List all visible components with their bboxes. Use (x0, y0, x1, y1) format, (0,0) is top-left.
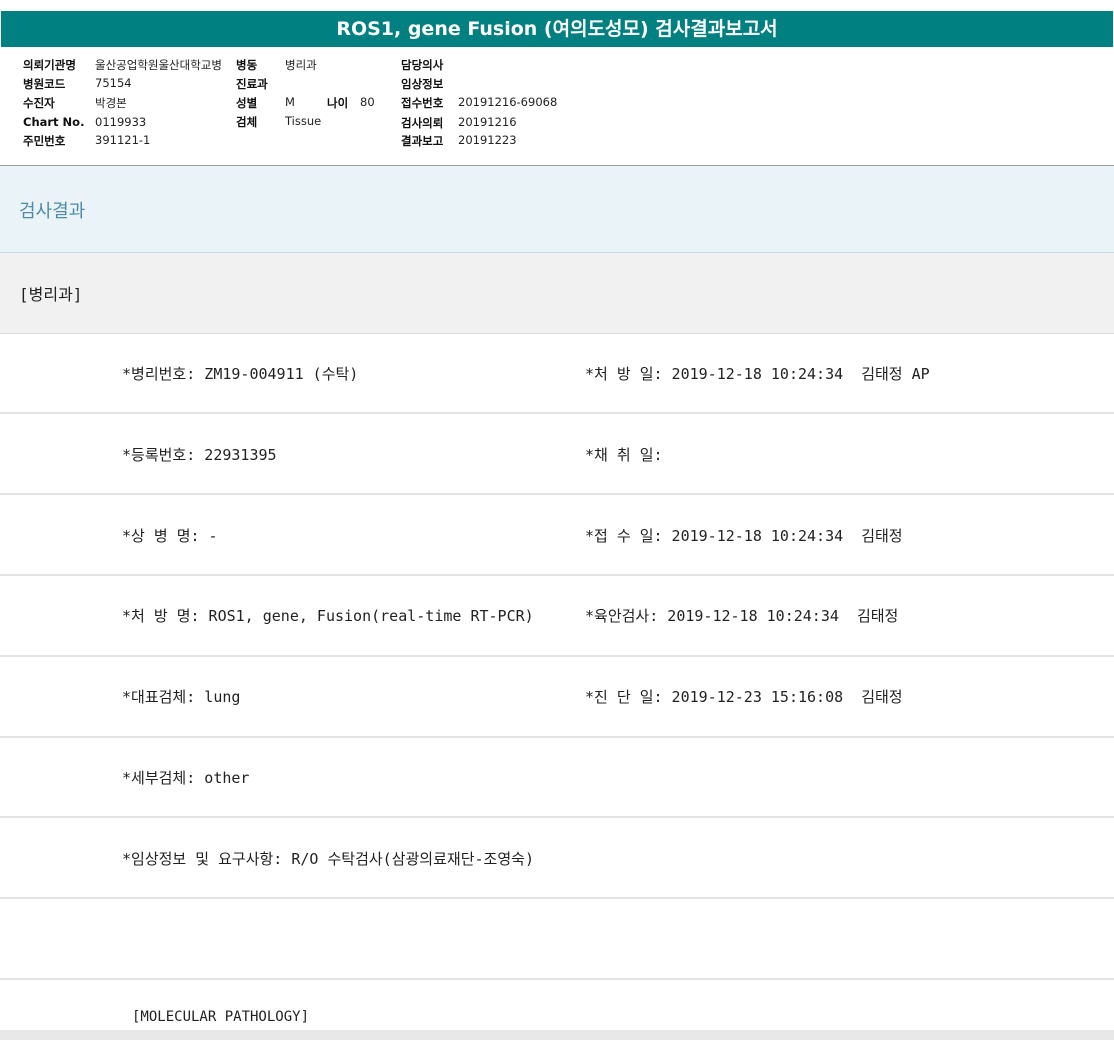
diagnosis-name: *상 병 명: - (122, 527, 218, 545)
report-value: 20191223 (458, 133, 517, 147)
dept-title: [병리과] (19, 285, 83, 304)
age-value: 80 (360, 95, 375, 109)
order-name: *처 방 명: ROS1, gene, Fusion(real-time RT-… (122, 607, 534, 625)
age-label: 나이 (327, 96, 349, 110)
bottom-strip (0, 1030, 1114, 1040)
report-label: 결과보고 (401, 134, 444, 148)
gross-exam-date: *육안검사: 2019-12-18 10:24:34 김태정 (585, 607, 899, 625)
doctor-label: 담당의사 (401, 58, 444, 72)
report-title: ROS1, gene Fusion (여의도성모) 검사결과보고서 (1, 11, 1113, 47)
row-divider (0, 736, 1114, 738)
id-label: 주민번호 (23, 134, 66, 148)
row-divider (0, 897, 1114, 899)
receipt-no-value: 20191216-69068 (458, 95, 558, 109)
row-divider (0, 493, 1114, 495)
hospital-code-value: 75154 (95, 76, 132, 90)
hospital-code-label: 병원코드 (23, 77, 66, 91)
detail-specimen: *세부검체: other (122, 769, 250, 787)
patient-label: 수진자 (23, 96, 55, 110)
representative-specimen: *대표검체: lung (122, 688, 241, 706)
sex-label: 성별 (236, 96, 258, 110)
request-value: 20191216 (458, 115, 517, 129)
row-divider (0, 655, 1114, 657)
institution-value: 울산공업학원울산대학교병 (95, 58, 222, 72)
dept-section-band (0, 253, 1114, 334)
ward-label: 병동 (236, 58, 258, 72)
id-value: 391121-1 (95, 133, 151, 147)
receipt-date: *접 수 일: 2019-12-18 10:24:34 김태정 (585, 527, 903, 545)
pathology-number: *병리번호: ZM19-004911 (수탁) (122, 365, 359, 383)
collection-date: *채 취 일: (585, 446, 663, 464)
chart-no-label: Chart No. (23, 115, 85, 129)
row-divider (0, 412, 1114, 414)
specimen-label: 검체 (236, 115, 258, 129)
row-divider (0, 816, 1114, 818)
result-section-band (0, 166, 1114, 253)
registration-number: *등록번호: 22931395 (122, 446, 277, 464)
order-date: *처 방 일: 2019-12-18 10:24:34 김태정 AP (585, 365, 930, 383)
specimen-value: Tissue (285, 114, 322, 128)
receipt-no-label: 접수번호 (401, 96, 444, 110)
row-divider (0, 574, 1114, 576)
request-label: 검사의뢰 (401, 116, 444, 130)
row-divider (0, 978, 1114, 980)
dept-label: 진료과 (236, 77, 268, 91)
chart-no-value: 0119933 (95, 115, 147, 129)
clinical-info-label: 임상정보 (401, 77, 444, 91)
molecular-pathology-heading: [MOLECULAR PATHOLOGY] (132, 1009, 310, 1025)
section-title: 검사결과 (19, 201, 86, 222)
institution-label: 의뢰기관명 (23, 58, 76, 72)
sex-value: M (285, 95, 295, 109)
ward-value: 병리과 (285, 58, 317, 72)
diagnosis-date: *진 단 일: 2019-12-23 15:16:08 김태정 (585, 688, 903, 706)
clinical-info-request: *임상정보 및 요구사항: R/O 수탁검사(삼광의료재단-조영숙) (122, 850, 534, 868)
patient-value: 박경본 (95, 96, 127, 110)
